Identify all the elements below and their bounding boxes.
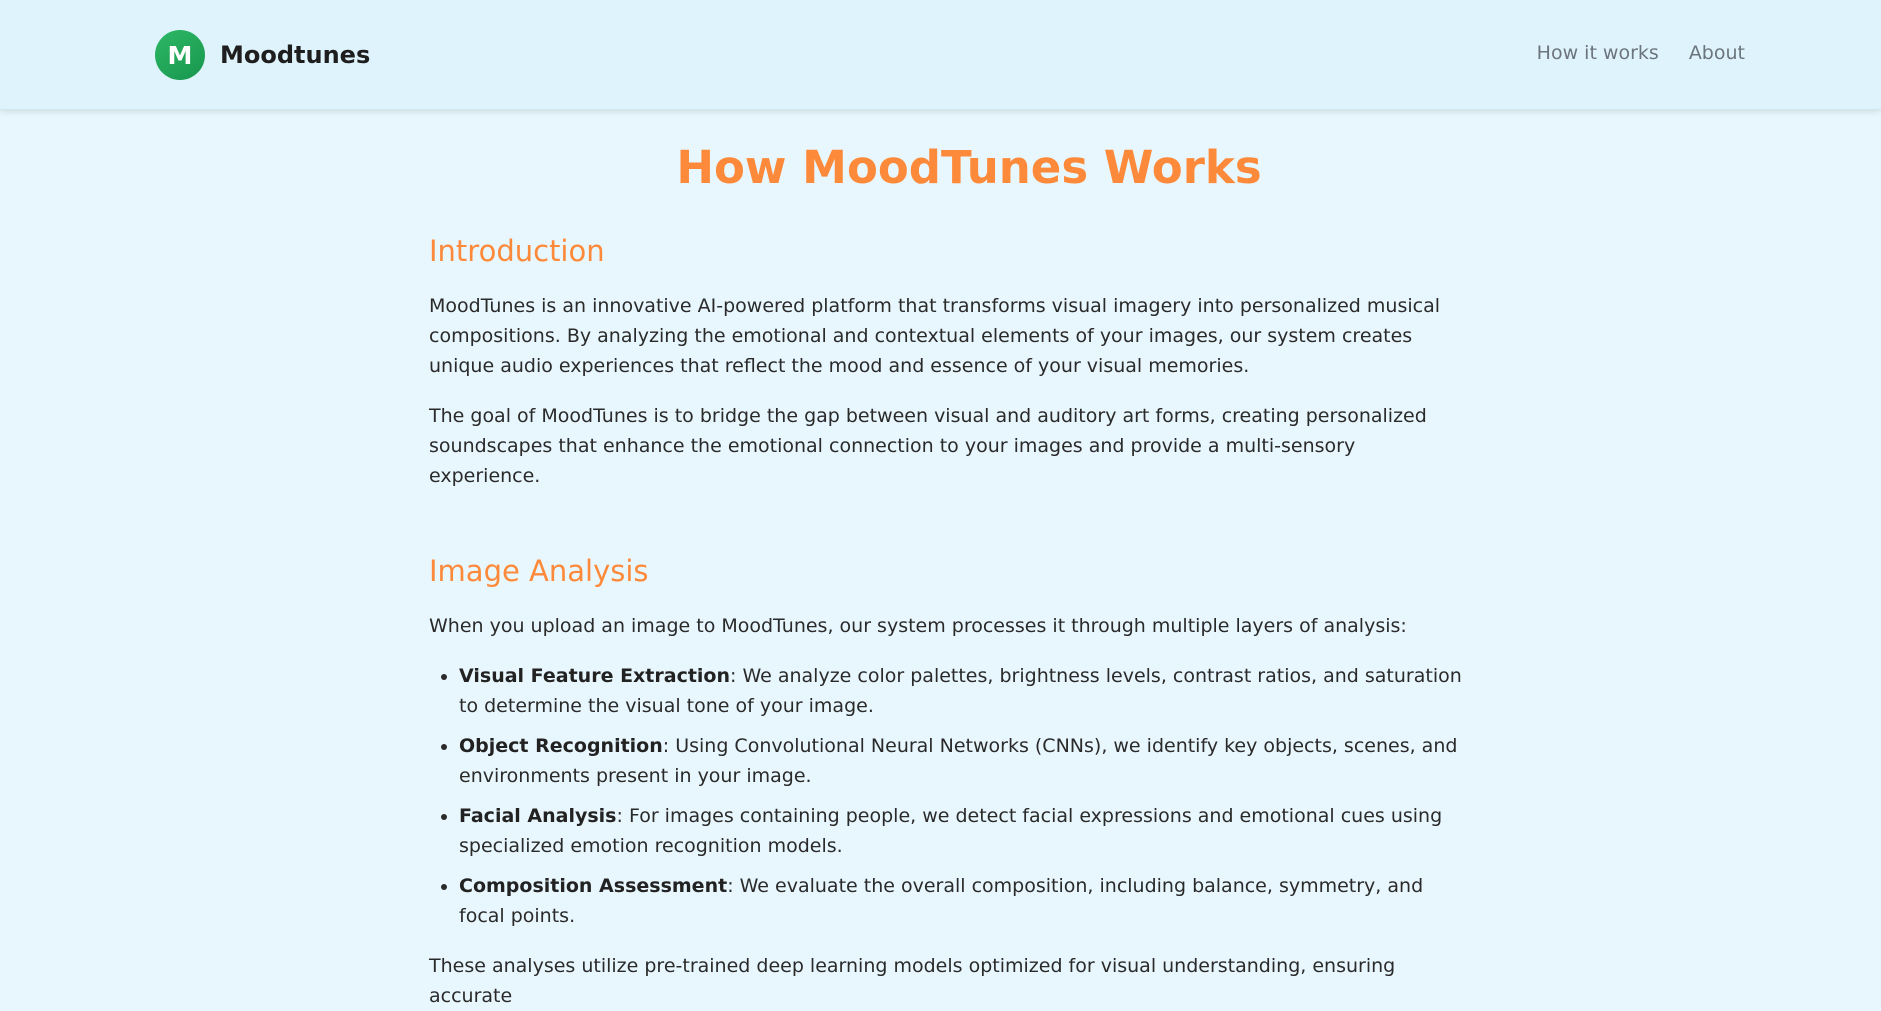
navbar: M Moodtunes How it works About — [0, 0, 1881, 110]
analysis-list: Visual Feature Extraction: We analyze co… — [429, 661, 1469, 931]
list-item-term: Facial Analysis — [459, 805, 617, 827]
list-item-term: Visual Feature Extraction — [459, 665, 731, 687]
list-item: Facial Analysis: For images containing p… — [459, 801, 1469, 861]
intro-paragraph-1: MoodTunes is an innovative AI-powered pl… — [429, 295, 1441, 377]
nav-link-about[interactable]: About — [1689, 42, 1745, 64]
image-analysis-outro: These analyses utilize pre-trained deep … — [429, 955, 1396, 1007]
list-item-term: Object Recognition — [459, 735, 663, 757]
brand[interactable]: M Moodtunes — [155, 29, 370, 81]
main-content: How MoodTunes Works Introduction MoodTun… — [429, 138, 1469, 1011]
list-item-term: Composition Assessment — [459, 875, 728, 897]
nav-links: How it works About — [1537, 42, 1745, 64]
section-heading-introduction: Introduction — [429, 234, 605, 268]
page-title: How MoodTunes Works — [676, 141, 1262, 194]
image-analysis-intro: When you upload an image to MoodTunes, o… — [429, 615, 1407, 637]
section-heading-image-analysis: Image Analysis — [429, 554, 649, 588]
list-item: Composition Assessment: We evaluate the … — [459, 871, 1469, 931]
list-item: Object Recognition: Using Convolutional … — [459, 731, 1469, 791]
list-item: Visual Feature Extraction: We analyze co… — [459, 661, 1469, 721]
brand-name[interactable]: Moodtunes — [220, 41, 370, 69]
logo-icon[interactable]: M — [155, 30, 205, 80]
intro-paragraph-2: The goal of MoodTunes is to bridge the g… — [429, 405, 1427, 487]
nav-link-how-it-works[interactable]: How it works — [1537, 42, 1659, 64]
